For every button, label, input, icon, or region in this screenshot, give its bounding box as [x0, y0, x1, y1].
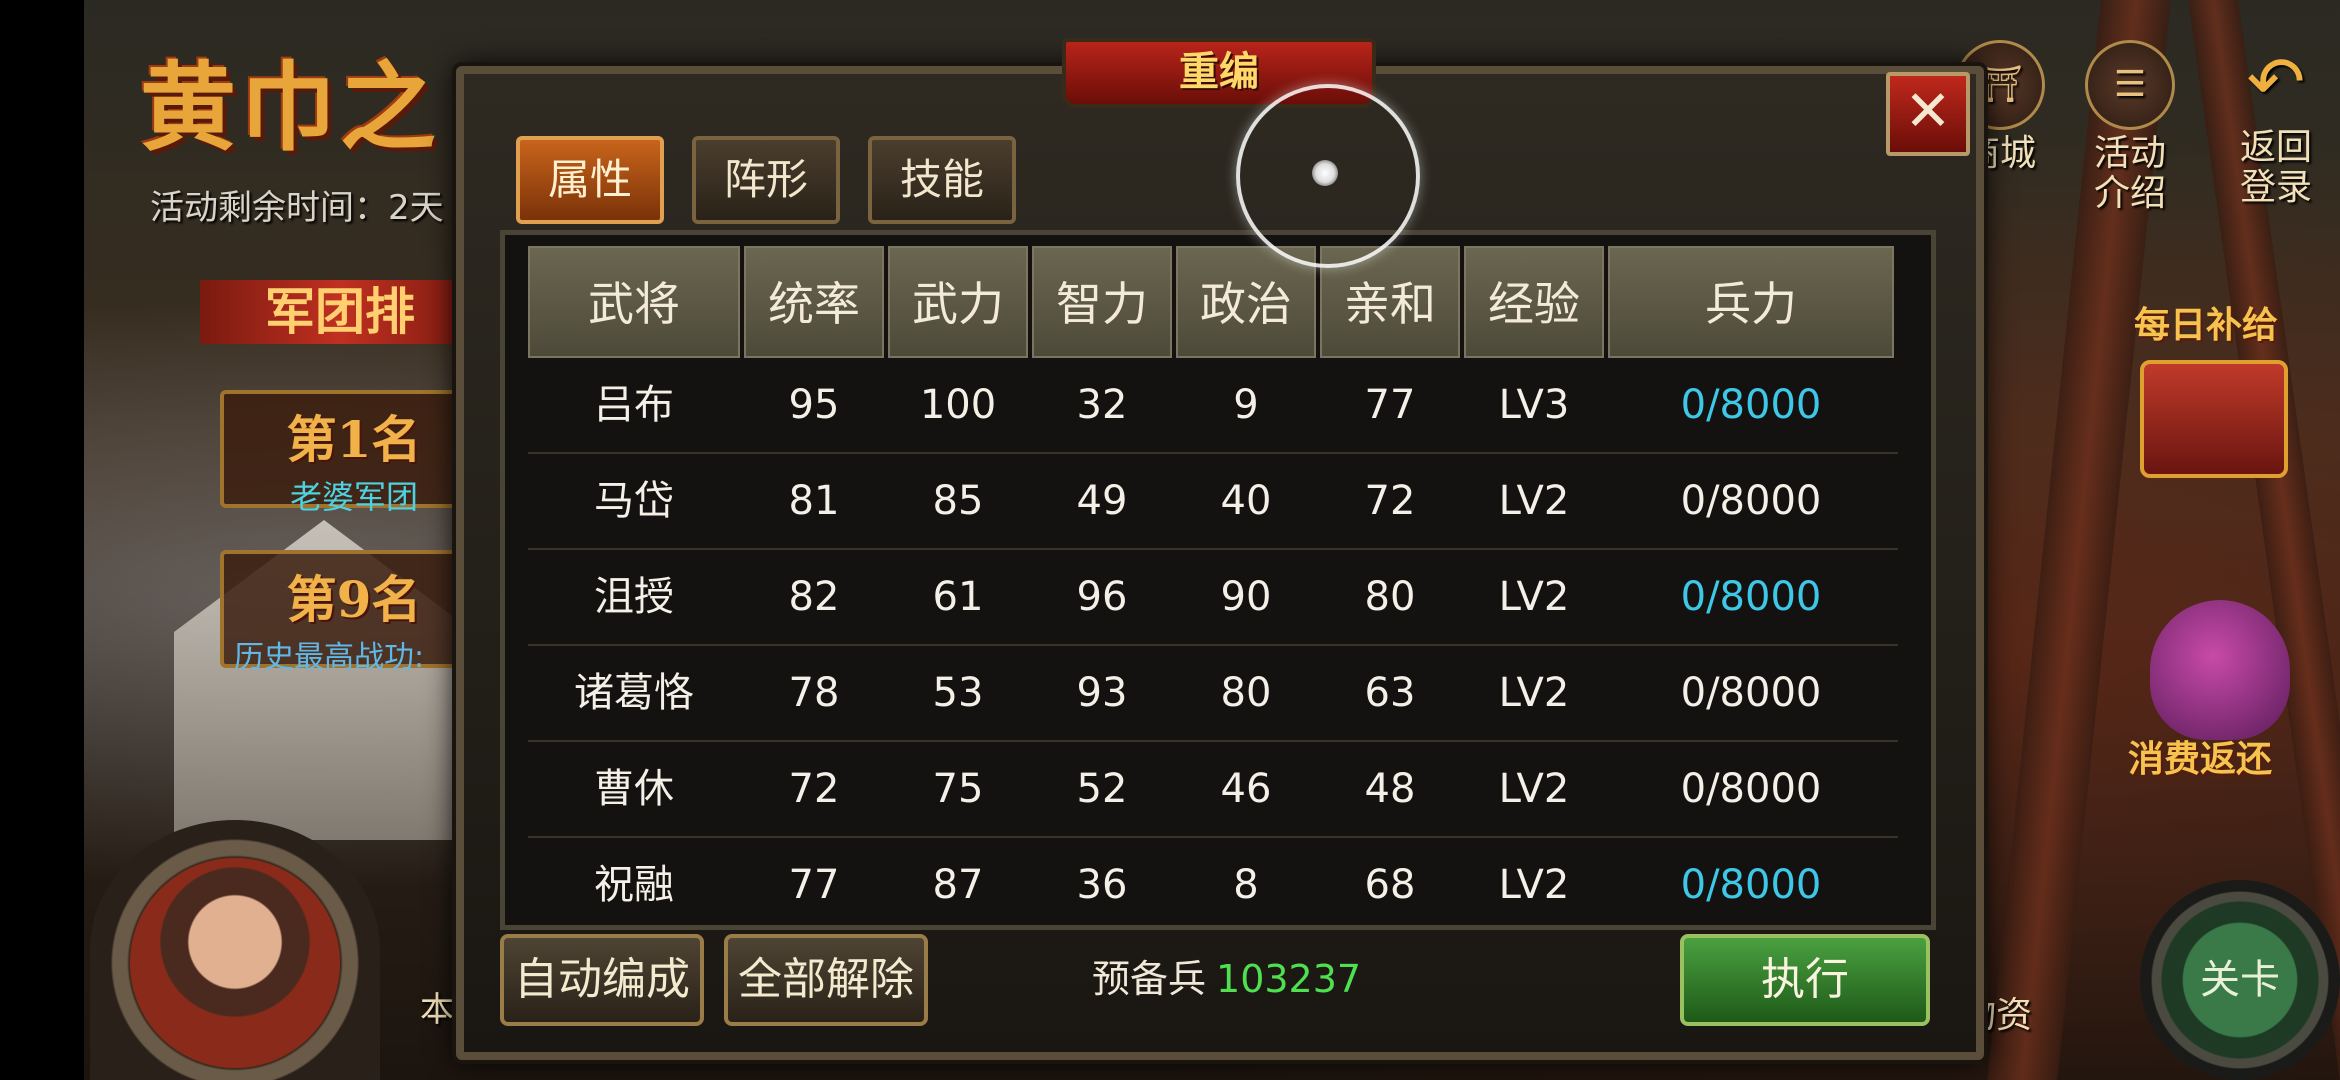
rebate-bag-icon[interactable]	[2150, 600, 2290, 740]
politics-value: 46	[1220, 766, 1272, 812]
return-icon: ↶	[2246, 41, 2306, 123]
charm-value: 72	[1364, 478, 1416, 524]
general-name: 吕布	[594, 382, 674, 428]
avatar-portrait	[130, 858, 340, 1068]
troops-value: 0/8000	[1680, 862, 1822, 902]
leadership-value: 72	[788, 766, 840, 812]
experience-value: LV3	[1498, 382, 1570, 428]
legion-rank-banner[interactable]: 军团排	[200, 280, 480, 344]
event-timer: 活动剩余时间：2天	[150, 188, 444, 228]
reserve-label: 预备兵	[1092, 957, 1207, 1001]
leadership-value: 95	[788, 382, 840, 428]
troops-value: 0/8000	[1680, 766, 1822, 812]
tab-attributes[interactable]: 属性	[516, 136, 664, 224]
tab-formation[interactable]: 阵形	[692, 136, 840, 224]
war-value: 61	[932, 574, 984, 620]
politics-value: 8	[1233, 862, 1259, 902]
leadership-value: 77	[788, 862, 840, 902]
war-value: 87	[932, 862, 984, 902]
event-title: 黄巾之	[140, 51, 440, 164]
war-value: 53	[932, 670, 984, 716]
tab-skills[interactable]: 技能	[868, 136, 1016, 224]
war-value: 75	[932, 766, 984, 812]
return-label: 返回登录	[2239, 127, 2312, 208]
rank-sub: 老婆军团	[289, 478, 418, 516]
header-troops: 兵力	[1608, 246, 1894, 358]
general-name: 曹休	[594, 766, 674, 812]
rank-card-first[interactable]: 第1名 老婆军团	[220, 390, 488, 516]
activity-label: 活动介绍	[2093, 133, 2166, 214]
table-row[interactable]: 马岱 81 85 49 40 72 LV2 0/8000	[528, 454, 1898, 550]
troops-value: 0/8000	[1680, 382, 1822, 428]
rank-text: 第9名	[286, 570, 422, 629]
header-leadership: 统率	[744, 246, 884, 358]
intelligence-value: 52	[1076, 766, 1128, 812]
war-value: 85	[932, 478, 984, 524]
experience-value: LV2	[1498, 478, 1570, 524]
table-row[interactable]: 吕布 95 100 32 9 77 LV3 0/8000	[528, 358, 1898, 454]
general-name: 马岱	[594, 478, 674, 524]
bottom-partial-label: 本	[420, 990, 454, 1030]
intelligence-value: 32	[1076, 382, 1128, 428]
politics-value: 40	[1220, 478, 1272, 524]
consume-rebate-label[interactable]: 消费返还	[2128, 730, 2272, 782]
experience-value: LV2	[1498, 574, 1570, 620]
troops-value: 0/8000	[1680, 574, 1822, 620]
leadership-value: 78	[788, 670, 840, 716]
table-header: 武将 统率 武力 智力 政治 亲和 经验 兵力	[528, 246, 1898, 358]
politics-value: 9	[1233, 382, 1259, 428]
rank-text: 第1名	[286, 410, 422, 469]
experience-value: LV2	[1498, 862, 1570, 902]
politics-value: 90	[1220, 574, 1272, 620]
stage-button[interactable]: 关卡	[2140, 880, 2340, 1080]
activity-info-button[interactable]: ☰ 活动介绍	[2080, 40, 2180, 214]
rank-card-self[interactable]: 第9名 历史最高战功:	[220, 550, 488, 675]
execute-button[interactable]: 执行	[1680, 934, 1930, 1026]
header-intelligence: 智力	[1032, 246, 1172, 358]
charm-value: 48	[1364, 766, 1416, 812]
touch-indicator-dot	[1312, 160, 1338, 186]
header-politics: 政治	[1176, 246, 1316, 358]
reserve-value: 103237	[1216, 957, 1362, 1001]
reserve-troops: 预备兵 103237	[1092, 948, 1361, 1003]
auto-organize-button[interactable]: 自动编成	[500, 934, 704, 1026]
general-table[interactable]: 武将 统率 武力 智力 政治 亲和 经验 兵力 吕布 95 100 32 9 77 LV3 0…	[528, 246, 1898, 902]
politics-value: 80	[1220, 670, 1272, 716]
experience-value: LV2	[1498, 766, 1570, 812]
general-name: 沮授	[594, 574, 674, 620]
troops-value: 0/8000	[1680, 670, 1822, 716]
release-all-button[interactable]: 全部解除	[724, 934, 928, 1026]
intelligence-value: 49	[1076, 478, 1128, 524]
charm-value: 77	[1364, 382, 1416, 428]
troops-value: 0/8000	[1680, 478, 1822, 524]
header-experience: 经验	[1464, 246, 1604, 358]
intelligence-value: 36	[1076, 862, 1128, 902]
daily-supply-label[interactable]: 每日补给	[2134, 296, 2278, 348]
table-row[interactable]: 祝融 77 87 36 8 68 LV2 0/8000	[528, 838, 1898, 902]
charm-value: 80	[1364, 574, 1416, 620]
intelligence-value: 96	[1076, 574, 1128, 620]
rank-sub: 历史最高战功:	[234, 640, 425, 675]
experience-value: LV2	[1498, 670, 1570, 716]
charm-value: 68	[1364, 862, 1416, 902]
return-login-button[interactable]: ↶ 返回登录	[2226, 40, 2326, 208]
player-avatar[interactable]	[90, 820, 380, 1080]
general-name: 诸葛恪	[574, 670, 694, 716]
intelligence-value: 93	[1076, 670, 1128, 716]
header-general: 武将	[528, 246, 740, 358]
leadership-value: 81	[788, 478, 840, 524]
leadership-value: 82	[788, 574, 840, 620]
war-value: 100	[919, 382, 997, 428]
header-war: 武力	[888, 246, 1028, 358]
table-row[interactable]: 沮授 82 61 96 90 80 LV2 0/8000	[528, 550, 1898, 646]
close-button[interactable]: ✕	[1886, 72, 1970, 156]
table-body: 吕布 95 100 32 9 77 LV3 0/8000 马岱 81 85 49 40 72 LV2 0/80…	[528, 358, 1898, 902]
general-name: 祝融	[594, 862, 674, 902]
table-row[interactable]: 曹休 72 75 52 46 48 LV2 0/8000	[528, 742, 1898, 838]
table-row[interactable]: 诸葛恪 78 53 93 80 63 LV2 0/8000	[528, 646, 1898, 742]
activity-icon: ☰	[2085, 40, 2175, 130]
charm-value: 63	[1364, 670, 1416, 716]
daily-supply-chest-icon[interactable]	[2140, 360, 2288, 478]
